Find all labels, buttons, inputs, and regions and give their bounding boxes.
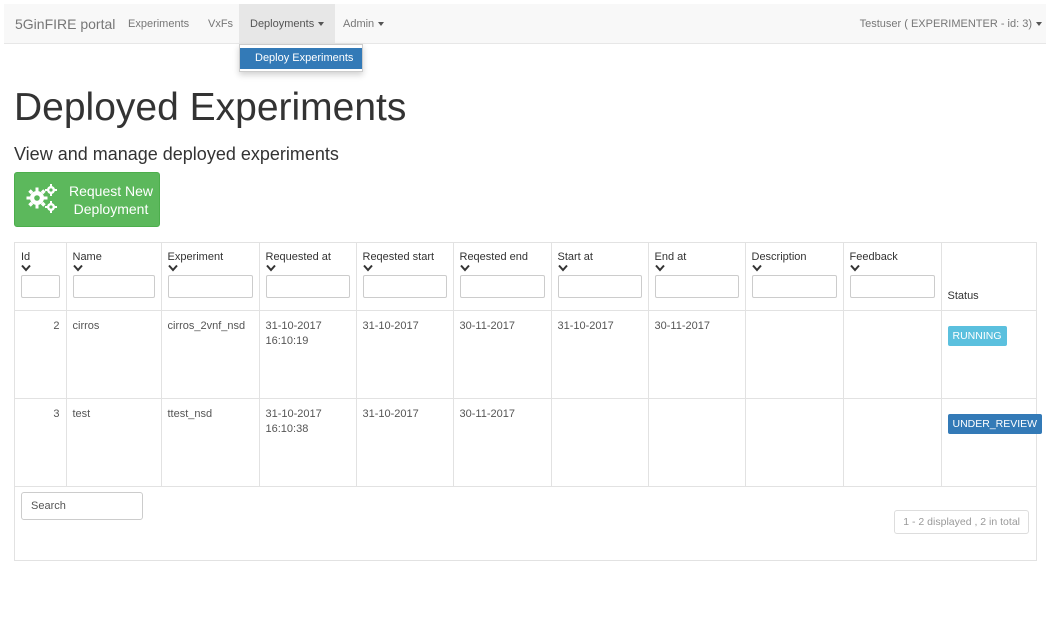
deployments-table-panel: Id Name Experiment Requested at Reqested… xyxy=(14,242,1043,561)
table-header-row: Id Name Experiment Requested at Reqested… xyxy=(15,243,1037,311)
col-start-at: Start at xyxy=(551,243,649,311)
cell-start-at: 31-10-2017 xyxy=(551,310,649,399)
user-menu[interactable]: Testuser ( EXPERIMENTER - id: 3) xyxy=(860,4,1042,44)
col-id: Id xyxy=(15,243,67,311)
col-description: Description xyxy=(745,243,844,311)
cell-start-at xyxy=(551,398,649,487)
chevron-down-icon[interactable] xyxy=(21,264,31,272)
chevron-down-icon[interactable] xyxy=(751,264,762,272)
cell-name: cirros xyxy=(66,310,162,399)
user-menu-label: Testuser ( EXPERIMENTER - id: 3) xyxy=(859,18,1032,30)
page-subtitle: View and manage deployed experiments xyxy=(14,144,339,164)
cell-requested-at: 31-10-2017 16:10:19 xyxy=(259,310,357,399)
chevron-down-icon[interactable] xyxy=(849,264,860,272)
chevron-down-icon[interactable] xyxy=(557,264,568,272)
cell-req-start: 31-10-2017 xyxy=(356,310,454,399)
status-badge[interactable]: UNDER_REVIEW xyxy=(947,413,1043,434)
filter-input-id[interactable] xyxy=(21,275,60,298)
deployments-table: Id Name Experiment Requested at Reqested… xyxy=(15,243,1043,487)
col-label: Reqested start xyxy=(362,251,435,263)
col-feedback: Feedback xyxy=(843,243,942,311)
nav-admin[interactable]: Admin xyxy=(332,4,395,44)
filter-input-feedback[interactable] xyxy=(849,275,935,298)
filter-input-requested-at[interactable] xyxy=(265,275,350,298)
chevron-down-icon[interactable] xyxy=(72,264,83,272)
filter-input-experiment[interactable] xyxy=(167,275,253,298)
col-label: Name xyxy=(72,251,102,263)
cell-req-end: 30-11-2017 xyxy=(453,310,552,399)
cell-req-end: 30-11-2017 xyxy=(453,398,552,487)
table-row[interactable]: 3 test ttest_nsd 31-10-2017 16:10:38 31-1… xyxy=(15,398,1043,487)
request-button-line2: Deployment xyxy=(73,201,149,217)
col-req-end: Reqested end xyxy=(453,243,552,311)
col-label: Status xyxy=(947,289,979,302)
status-badge[interactable]: RUNNING xyxy=(947,325,1007,346)
col-req-start: Reqested start xyxy=(356,243,454,311)
cell-id: 2 xyxy=(15,310,67,399)
caret-down-icon xyxy=(318,22,325,27)
col-label: Id xyxy=(21,251,31,263)
nav-deployments[interactable]: Deployments xyxy=(239,4,336,44)
caret-down-icon xyxy=(1036,22,1042,27)
brand-link[interactable]: 5GinFIRE portal xyxy=(15,16,115,32)
request-new-deployment-button[interactable]: Request New Deployment xyxy=(14,172,160,227)
chevron-down-icon[interactable] xyxy=(362,264,373,272)
col-label: Feedback xyxy=(849,251,898,263)
request-button-label: Request New Deployment xyxy=(67,182,155,218)
chevron-down-icon[interactable] xyxy=(459,264,470,272)
col-label: Experiment xyxy=(167,251,224,263)
cell-description xyxy=(745,398,844,487)
nav-deployments-label: Deployments xyxy=(250,18,315,30)
requested-date: 31-10-2017 xyxy=(265,407,322,420)
cell-name: test xyxy=(66,398,162,487)
col-requested-at: Requested at xyxy=(259,243,357,311)
col-name: Name xyxy=(66,243,162,311)
table-search-input[interactable] xyxy=(21,492,143,520)
cell-feedback xyxy=(843,310,942,399)
cell-end-at xyxy=(648,398,746,487)
cell-req-start: 31-10-2017 xyxy=(356,398,454,487)
requested-date: 31-10-2017 xyxy=(265,319,322,332)
filter-input-req-start[interactable] xyxy=(362,275,447,298)
chevron-down-icon[interactable] xyxy=(265,264,276,272)
cell-description xyxy=(745,310,844,399)
chevron-down-icon[interactable] xyxy=(167,264,178,272)
requested-time: 16:10:19 xyxy=(265,334,309,347)
caret-down-icon xyxy=(378,22,385,27)
col-label: Reqested end xyxy=(459,251,529,263)
col-status: Status xyxy=(941,243,1037,311)
filter-input-req-end[interactable] xyxy=(459,275,545,298)
table-row[interactable]: 2 cirros cirros_2vnf_nsd 31-10-2017 16:10… xyxy=(15,310,1037,399)
filter-input-end-at[interactable] xyxy=(654,275,739,298)
nav-experiments[interactable]: Experiments xyxy=(117,4,200,44)
chevron-down-icon[interactable] xyxy=(654,264,665,272)
col-end-at: End at xyxy=(648,243,746,311)
cell-status: RUNNING xyxy=(941,310,1037,399)
request-button-line1: Request New xyxy=(68,183,154,199)
filter-input-description[interactable] xyxy=(751,275,837,298)
col-label: End at xyxy=(654,251,687,263)
cell-feedback xyxy=(843,398,942,487)
filter-input-name[interactable] xyxy=(72,275,155,298)
nav-admin-label: Admin xyxy=(343,18,375,30)
nav-vxfs[interactable]: VxFs xyxy=(197,4,244,44)
pagination-info: 1 - 2 displayed , 2 in total xyxy=(894,510,1029,534)
requested-time: 16:10:38 xyxy=(265,422,309,435)
col-label: Description xyxy=(751,251,807,263)
cell-end-at: 30-11-2017 xyxy=(648,310,746,399)
cell-requested-at: 31-10-2017 16:10:38 xyxy=(259,398,357,487)
cell-experiment: ttest_nsd xyxy=(161,398,260,487)
col-label: Start at xyxy=(557,251,593,263)
filter-input-start-at[interactable] xyxy=(557,275,642,298)
page-title: Deployed Experiments xyxy=(14,86,407,129)
top-navbar: 5GinFIRE portal Experiments VxFs Deploym… xyxy=(4,4,1046,44)
dropdown-item-deploy-experiments[interactable]: Deploy Experiments xyxy=(240,48,362,69)
deployments-dropdown: Deploy Experiments xyxy=(239,44,363,72)
col-experiment: Experiment xyxy=(161,243,260,311)
col-label: Requested at xyxy=(265,251,331,263)
cell-id: 3 xyxy=(15,398,67,487)
gears-icon xyxy=(25,182,59,216)
cell-experiment: cirros_2vnf_nsd xyxy=(161,310,260,399)
cell-status: UNDER_REVIEW xyxy=(941,398,1043,487)
